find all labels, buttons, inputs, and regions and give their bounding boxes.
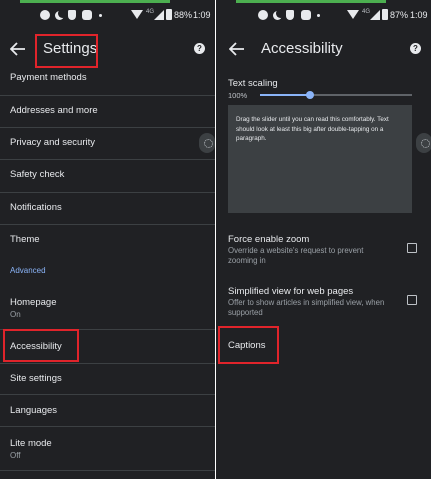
settings-item-label: Site settings	[10, 373, 62, 384]
settings-item-site-settings[interactable]: Site settings	[0, 364, 215, 395]
text-scaling-label: Text scaling	[228, 78, 278, 89]
settings-item-label: Payment methods	[10, 72, 87, 83]
shield-icon	[286, 10, 294, 20]
more-notifications-icon	[99, 14, 102, 17]
battery-percent: 88%	[174, 10, 193, 20]
settings-item-addresses[interactable]: Addresses and more	[0, 96, 215, 128]
progress-bar	[236, 0, 386, 3]
settings-item-status: On	[10, 310, 21, 319]
battery-percent: 87%	[390, 10, 409, 20]
battery-icon	[166, 9, 172, 20]
settings-item-status: Off	[10, 451, 21, 460]
settings-screen: 4G 88% 1:09 Settings ? Payment methods A…	[0, 0, 215, 479]
floating-handle-icon[interactable]	[416, 133, 431, 153]
settings-item-payment-methods[interactable]: Payment methods	[0, 70, 215, 96]
settings-item-label: Languages	[10, 405, 58, 416]
wifi-icon	[131, 10, 143, 19]
notification-icon	[258, 10, 268, 20]
back-arrow-icon[interactable]	[10, 42, 26, 56]
simplified-view-checkbox[interactable]	[407, 295, 417, 305]
shield-icon	[68, 10, 76, 20]
toolbar: Settings ?	[0, 30, 215, 70]
settings-item-theme[interactable]: Theme	[0, 225, 215, 258]
settings-item-lite-mode[interactable]: Lite mode Off	[0, 427, 215, 471]
settings-item-homepage[interactable]: Homepage On	[0, 286, 215, 330]
clock: 1:09	[193, 10, 211, 20]
notification-icon	[40, 10, 50, 20]
network-type: 4G	[362, 9, 371, 15]
slider-fill	[260, 94, 311, 96]
status-bar: 4G 88% 1:09	[0, 9, 215, 25]
progress-bar	[20, 0, 170, 3]
app-icon	[82, 10, 92, 20]
settings-item-notifications[interactable]: Notifications	[0, 193, 215, 225]
text-preview-box: Drag the slider until you can read this …	[228, 105, 412, 213]
accessibility-screen: 4G 87% 1:09 Accessibility ? Text scaling…	[216, 0, 431, 479]
help-icon[interactable]: ?	[410, 43, 421, 54]
settings-item-languages[interactable]: Languages	[0, 395, 215, 427]
toolbar: Accessibility ?	[216, 30, 431, 70]
clock: 1:09	[410, 10, 428, 20]
status-bar: 4G 87% 1:09	[216, 9, 431, 25]
settings-item-label: Addresses and more	[10, 105, 98, 116]
force-zoom-title: Force enable zoom	[228, 234, 310, 245]
moon-icon	[58, 9, 67, 18]
app-icon	[301, 10, 311, 20]
preview-text: Drag the slider until you can read this …	[236, 116, 389, 142]
title-highlight-box	[35, 34, 98, 68]
page-title: Accessibility	[261, 40, 343, 57]
settings-item-label: Safety check	[10, 169, 65, 180]
section-header-advanced: Advanced	[10, 266, 46, 275]
back-arrow-icon[interactable]	[229, 42, 245, 56]
captions-highlight-box	[218, 326, 279, 364]
force-zoom-description: Override a website's request to prevent …	[228, 246, 364, 265]
signal-icon	[370, 10, 380, 20]
floating-handle-icon[interactable]	[199, 133, 215, 153]
settings-item-label: Notifications	[10, 202, 62, 213]
simplified-view-title: Simplified view for web pages	[228, 286, 354, 297]
more-notifications-icon	[317, 14, 320, 17]
help-icon[interactable]: ?	[194, 43, 205, 54]
settings-item-label: Theme	[10, 234, 40, 245]
signal-icon	[154, 10, 164, 20]
settings-item-safety-check[interactable]: Safety check	[0, 160, 215, 193]
network-type: 4G	[146, 9, 155, 15]
settings-item-label: Homepage	[10, 297, 57, 308]
accessibility-highlight-box	[3, 329, 79, 362]
text-scaling-slider[interactable]	[260, 91, 412, 99]
wifi-icon	[347, 10, 359, 19]
settings-item-label: Privacy and security	[10, 137, 96, 148]
force-zoom-checkbox[interactable]	[407, 243, 417, 253]
slider-thumb[interactable]	[306, 91, 315, 99]
battery-icon	[382, 9, 388, 20]
settings-item-label: Lite mode	[10, 438, 52, 449]
moon-icon	[276, 9, 285, 18]
settings-item-privacy[interactable]: Privacy and security	[0, 128, 215, 160]
text-scaling-value: 100%	[228, 91, 248, 100]
simplified-view-description: Offer to show articles in simplified vie…	[228, 298, 385, 317]
